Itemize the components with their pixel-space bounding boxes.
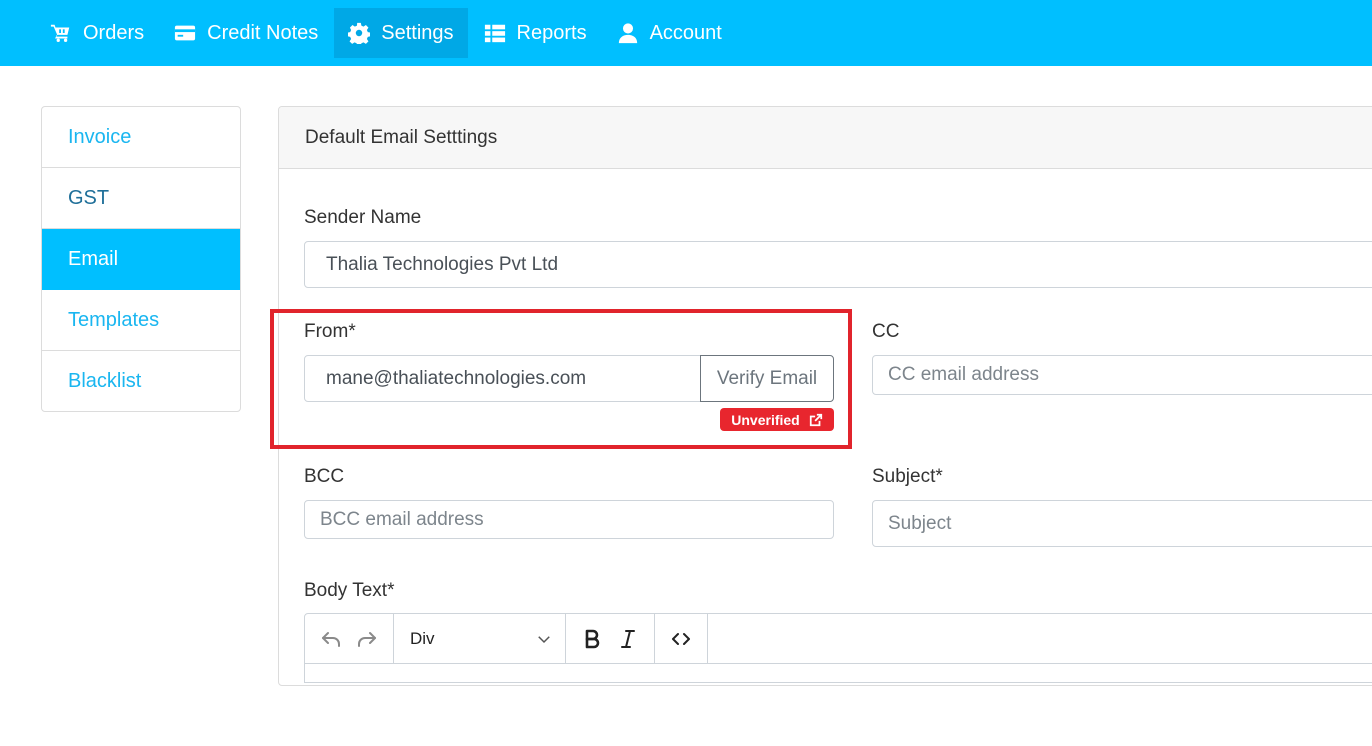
nav-settings[interactable]: Settings: [334, 8, 468, 58]
redo-icon: [358, 631, 376, 647]
user-icon: [618, 23, 637, 44]
verify-email-button[interactable]: Verify Email: [700, 355, 834, 402]
text-style-group: [566, 614, 655, 663]
source-code-button[interactable]: [663, 621, 699, 657]
cc-email-input[interactable]: [872, 355, 1372, 395]
unverified-status-badge[interactable]: Unverified: [720, 408, 834, 431]
cc-label: CC: [872, 321, 900, 342]
block-format-value: Div: [410, 628, 435, 648]
nav-account-label: Account: [649, 21, 722, 44]
sidebar-item-invoice[interactable]: Invoice: [42, 107, 240, 168]
top-nav: Orders Credit Notes Settings Reports Acc…: [0, 0, 1372, 66]
block-format-select[interactable]: Div: [394, 614, 566, 663]
cart-icon: [50, 24, 70, 42]
italic-icon: [621, 629, 635, 648]
undo-button[interactable]: [313, 621, 349, 657]
gear-icon: [348, 22, 371, 44]
sidebar-item-email[interactable]: Email: [42, 229, 240, 290]
nav-account[interactable]: Account: [603, 8, 736, 58]
sidebar-item-templates[interactable]: Templates: [42, 290, 240, 351]
bcc-email-input[interactable]: [304, 500, 834, 539]
nav-orders-label: Orders: [83, 21, 145, 44]
from-label: From*: [304, 321, 356, 342]
bold-icon: [585, 629, 600, 648]
credit-card-icon: [175, 25, 196, 41]
nav-reports-label: Reports: [516, 21, 587, 44]
card-title: Default Email Setttings: [279, 107, 1372, 169]
nav-orders[interactable]: Orders: [36, 8, 158, 58]
sidebar-item-gst[interactable]: GST: [42, 168, 240, 229]
sender-name-label: Sender Name: [304, 207, 422, 228]
chevron-down-icon: [538, 635, 550, 643]
table-icon: [484, 24, 505, 43]
status-badge-label: Unverified: [731, 411, 800, 428]
sender-name-input[interactable]: [304, 241, 1372, 288]
body-text-label: Body Text*: [304, 580, 395, 601]
external-link-icon: [809, 413, 822, 426]
from-email-input[interactable]: [304, 355, 701, 402]
nav-credit-notes[interactable]: Credit Notes: [160, 8, 332, 58]
undo-icon: [322, 631, 340, 647]
nav-settings-label: Settings: [381, 21, 454, 44]
sidebar-item-blacklist[interactable]: Blacklist: [42, 351, 240, 411]
history-group: [305, 614, 394, 663]
italic-button[interactable]: [610, 621, 646, 657]
body-text-editor: Div: [304, 613, 1372, 683]
subject-input[interactable]: [872, 500, 1372, 547]
redo-button[interactable]: [349, 621, 385, 657]
code-icon: [672, 632, 690, 645]
nav-reports[interactable]: Reports: [470, 8, 601, 58]
bcc-label: BCC: [304, 466, 345, 487]
editor-toolbar: Div: [305, 614, 1372, 664]
subject-label: Subject*: [872, 466, 943, 487]
bold-button[interactable]: [574, 621, 610, 657]
settings-sidebar: Invoice GST Email Templates Blacklist: [41, 106, 241, 412]
nav-credit-notes-label: Credit Notes: [207, 21, 319, 44]
code-group: [655, 614, 708, 663]
